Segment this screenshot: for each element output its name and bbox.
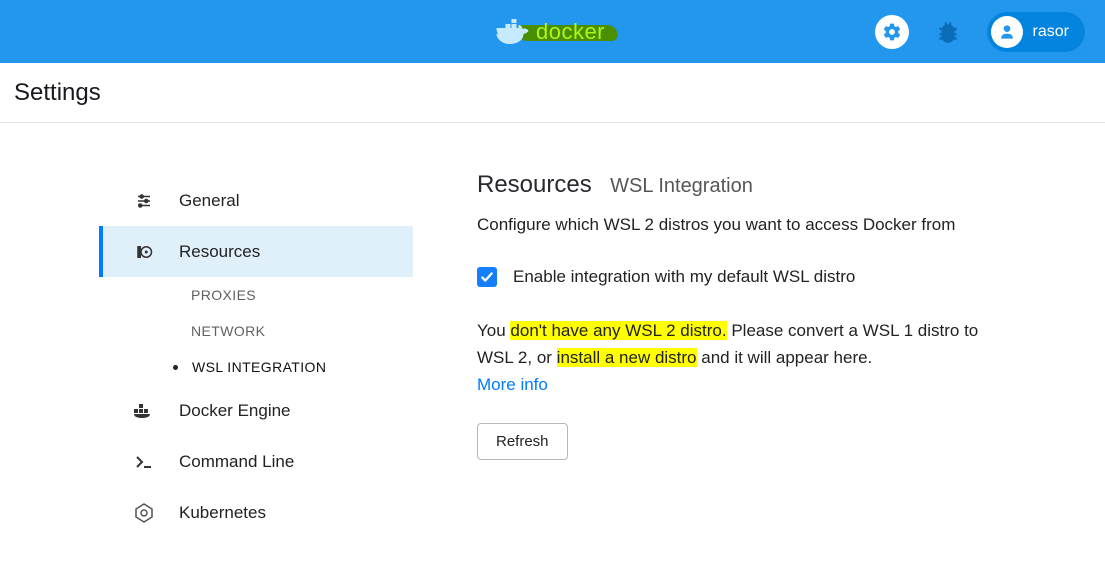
page-title-bar: Settings (0, 63, 1105, 123)
checkbox-label: Enable integration with my default WSL d… (513, 267, 855, 287)
app-header: docker rasor (0, 0, 1105, 63)
sidebar-item-label: General (179, 191, 239, 211)
bullet-icon (173, 365, 178, 370)
sidebar-item-kubernetes[interactable]: Kubernetes (99, 487, 413, 538)
sidebar-item-label: Resources (179, 242, 260, 262)
more-info-link[interactable]: More info (477, 371, 548, 398)
sidebar-item-label: Docker Engine (179, 401, 291, 421)
sidebar-subitem-label: WSL INTEGRATION (192, 359, 326, 375)
docker-logo: docker (492, 17, 613, 47)
content-panel: Resources WSL Integration Configure whic… (413, 123, 1053, 460)
username-label: rasor (1033, 23, 1069, 41)
sidebar-subitem-network[interactable]: NETWORK (99, 313, 413, 349)
sidebar-item-label: Command Line (179, 452, 294, 472)
check-icon (480, 270, 494, 284)
content-description: Configure which WSL 2 distros you want t… (477, 215, 993, 235)
gear-icon (882, 22, 902, 42)
content-subtitle: WSL Integration (610, 175, 753, 197)
highlight-no-distro: don't have any WSL 2 distro. (510, 321, 726, 340)
sidebar-item-label: Kubernetes (179, 503, 266, 523)
no-distro-message: You don't have any WSL 2 distro. Please … (477, 317, 993, 399)
settings-sidebar: General Resources PROXIES NETWORK WSL IN… (0, 123, 413, 538)
refresh-button[interactable]: Refresh (477, 423, 568, 460)
avatar-icon (991, 16, 1023, 48)
highlight-install-distro: install a new distro (557, 348, 697, 367)
bug-button[interactable] (935, 19, 961, 45)
text-fragment: and it will appear here. (697, 348, 873, 367)
logo-text: docker (536, 19, 605, 45)
sidebar-subitem-label: PROXIES (191, 287, 256, 303)
sidebar-item-command-line[interactable]: Command Line (99, 436, 413, 487)
resources-icon (133, 241, 155, 263)
docker-engine-icon (133, 400, 155, 422)
terminal-icon (133, 451, 155, 473)
bug-icon (935, 19, 961, 45)
user-account-chip[interactable]: rasor (987, 12, 1085, 52)
docker-whale-icon (496, 19, 530, 45)
sidebar-subitem-label: NETWORK (191, 323, 265, 339)
kubernetes-icon (133, 502, 155, 524)
page-title: Settings (14, 79, 101, 107)
settings-gear-button[interactable] (875, 15, 909, 49)
sidebar-item-docker-engine[interactable]: Docker Engine (99, 385, 413, 436)
content-heading: Resources (477, 171, 592, 198)
sidebar-item-general[interactable]: General (99, 175, 413, 226)
enable-default-distro-row: Enable integration with my default WSL d… (477, 267, 993, 287)
content-header: Resources WSL Integration (477, 171, 993, 199)
sidebar-subitem-wsl-integration[interactable]: WSL INTEGRATION (99, 349, 413, 385)
enable-default-distro-checkbox[interactable] (477, 267, 497, 287)
sidebar-item-resources[interactable]: Resources (99, 226, 413, 277)
sidebar-subitem-proxies[interactable]: PROXIES (99, 277, 413, 313)
header-actions: rasor (875, 12, 1085, 52)
text-fragment: You (477, 321, 510, 340)
main: General Resources PROXIES NETWORK WSL IN… (0, 123, 1105, 538)
sliders-icon (133, 190, 155, 212)
